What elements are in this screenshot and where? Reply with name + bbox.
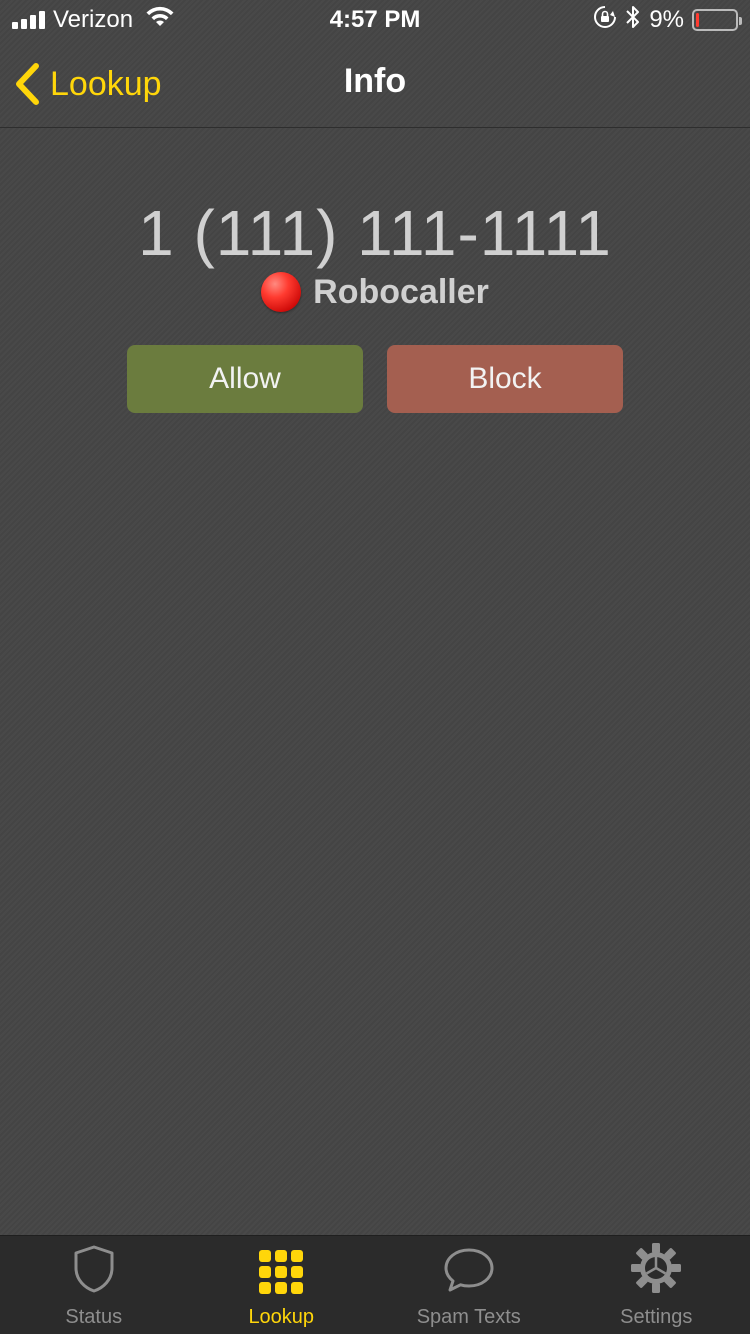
tab-lookup[interactable]: Lookup <box>188 1236 376 1334</box>
red-circle-icon <box>261 272 302 312</box>
phone-number: 1 (111) 111-1111 <box>138 197 612 269</box>
tab-bar: Status Lookup Spam Texts Settings <box>0 1235 750 1334</box>
grid-icon <box>259 1236 304 1298</box>
page-title: Info <box>343 62 407 100</box>
tab-status-label: Status <box>65 1306 123 1328</box>
tab-spam-texts[interactable]: Spam Texts <box>375 1236 563 1334</box>
classification-label: Robocaller <box>313 272 489 311</box>
shield-icon <box>72 1236 116 1298</box>
status-right: 9% <box>593 4 742 37</box>
battery-level <box>696 13 700 27</box>
navigation-bar: Lookup Info <box>0 40 750 128</box>
tab-settings-label: Settings <box>620 1306 693 1328</box>
tab-lookup-label: Lookup <box>248 1306 315 1328</box>
tab-settings[interactable]: Settings <box>563 1236 750 1334</box>
chat-bubble-icon <box>443 1236 495 1298</box>
caller-classification: Robocaller <box>0 272 750 312</box>
orientation-lock-icon <box>593 5 617 36</box>
action-buttons: Allow Block <box>127 345 623 413</box>
tab-status[interactable]: Status <box>0 1236 188 1334</box>
battery-icon <box>692 9 742 31</box>
tab-spam-texts-label: Spam Texts <box>416 1306 521 1328</box>
bluetooth-icon <box>625 4 641 37</box>
gear-icon <box>630 1236 682 1298</box>
allow-button[interactable]: Allow <box>127 345 363 413</box>
status-bar: Verizon 4:57 PM 9% <box>0 0 750 40</box>
battery-percent: 9% <box>649 6 684 33</box>
block-button[interactable]: Block <box>387 345 623 413</box>
